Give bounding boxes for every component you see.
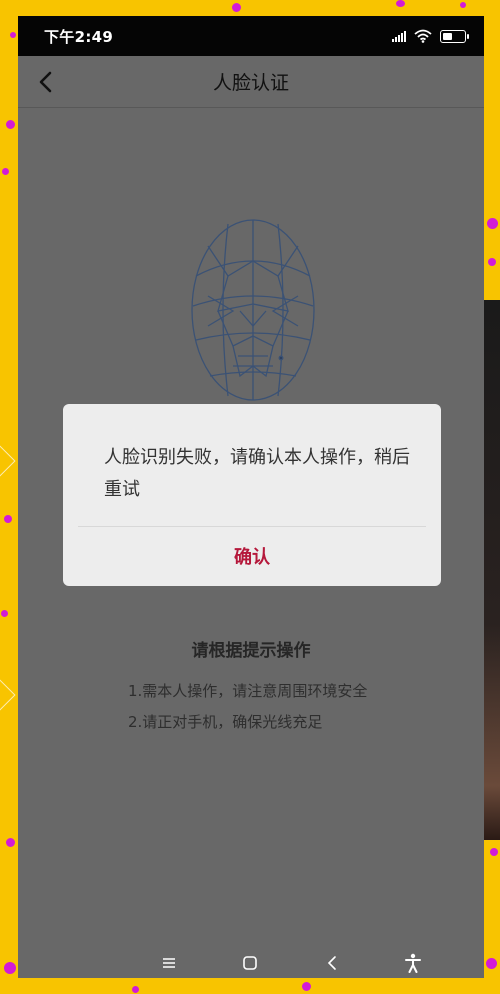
guide-item-2: 2.请正对手机，确保光线充足 xyxy=(128,713,323,731)
header-bar: 人脸认证 xyxy=(18,56,484,108)
guide-item-1: 1.需本人操作，请注意周围环境安全 xyxy=(128,682,368,700)
decor-dot xyxy=(302,982,311,991)
alert-dialog: 人脸识别失败，请确认本人操作，稍后重试 确认 xyxy=(63,404,441,586)
signal-icon xyxy=(392,30,406,42)
decor-dot xyxy=(10,32,16,38)
background-photo-strip xyxy=(484,300,500,840)
back-icon[interactable] xyxy=(320,951,344,975)
guide-title: 请根据提示操作 xyxy=(191,641,311,661)
page-title: 人脸认证 xyxy=(212,72,289,94)
battery-icon xyxy=(440,29,469,43)
decor-dot xyxy=(490,848,498,856)
decor-dot xyxy=(1,610,8,617)
dialog-divider xyxy=(78,526,426,527)
wifi-icon xyxy=(414,29,432,43)
home-icon[interactable] xyxy=(238,951,262,975)
decor-dot xyxy=(486,958,497,969)
menu-icon[interactable] xyxy=(157,951,181,975)
decor-dot xyxy=(6,120,15,129)
decor-dot xyxy=(2,168,9,175)
system-nav-bar xyxy=(18,948,484,978)
back-arrow-icon[interactable] xyxy=(32,68,60,96)
decor-dot xyxy=(487,218,498,229)
decor-dot xyxy=(132,986,139,993)
phone-screen: 下午2:49 人脸认证 请根据提示操作 1.需本人操作，请注意周围环境安全 2.… xyxy=(18,16,484,978)
decor-dot xyxy=(460,2,466,8)
decor-dot xyxy=(4,515,12,523)
status-bar: 下午2:49 xyxy=(18,16,484,56)
face-mesh-icon xyxy=(188,216,318,408)
decor-dot xyxy=(232,3,241,12)
decor-dot xyxy=(4,962,16,974)
decor-dot xyxy=(6,838,15,847)
decor-dot xyxy=(396,0,405,7)
decor-diamond xyxy=(0,445,16,477)
decor-diamond xyxy=(0,679,16,711)
dialog-message: 人脸识别失败，请确认本人操作，稍后重试 xyxy=(104,447,410,500)
status-icons xyxy=(392,29,469,43)
confirm-button[interactable]: 确认 xyxy=(63,528,441,584)
status-time: 下午2:49 xyxy=(44,27,114,46)
accessibility-icon[interactable] xyxy=(401,951,425,975)
decor-dot xyxy=(488,258,496,266)
